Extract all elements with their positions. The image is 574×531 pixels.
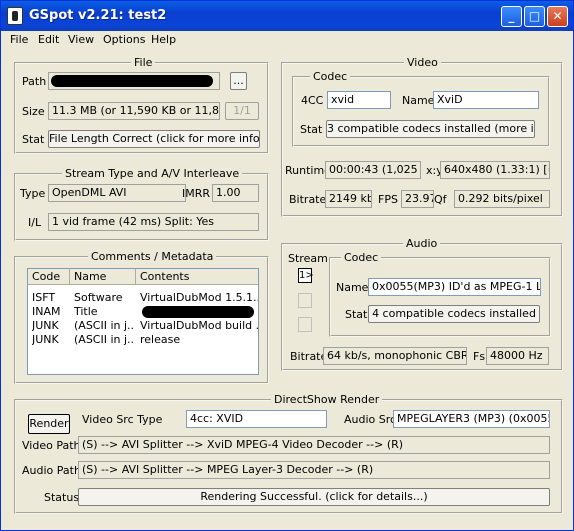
video-path-label: Video Path <box>22 439 81 452</box>
audio-stat-label: Stat <box>345 308 368 321</box>
type-field: OpenDML AVI <box>48 184 186 202</box>
render-legend: DirectShow Render <box>271 393 383 406</box>
window-title: GSpot v2.21: test2 <box>29 8 167 23</box>
stream-type-legend: Stream Type and A/V Interleave <box>62 167 243 180</box>
audio-codec-group: Codec Name 0x0055(MP3) ID'd as MPEG-1 La… <box>329 251 551 337</box>
column-contents[interactable]: Contents <box>136 269 258 285</box>
menu-options[interactable]: Options <box>103 33 145 46</box>
gspot-window: GSpot v2.21: test2 _ □ ✕ File Edit View … <box>0 0 574 531</box>
audio-stream-1-button[interactable]: 1> <box>298 268 314 283</box>
row-name: Title <box>74 305 98 318</box>
video-codec-stat-button[interactable]: 3 compatible codecs installed (more info… <box>326 120 535 138</box>
row-name: (ASCII in j... <box>74 319 134 332</box>
video-src-field[interactable]: 4cc: XVID <box>186 410 327 428</box>
redacted-title <box>142 306 254 318</box>
menu-file[interactable]: File <box>10 33 28 46</box>
audio-path-field: (S) --> AVI Splitter --> MPEG Layer-3 De… <box>78 461 550 479</box>
video-path-field: (S) --> AVI Splitter --> XviD MPEG-4 Vid… <box>78 436 550 454</box>
metadata-list[interactable]: Code Name Contents ISFT Software Virtual… <box>27 268 259 375</box>
row-code: INAM <box>32 305 61 318</box>
qf-field: 0.292 bits/pixel <box>454 190 550 208</box>
row-contents: VirtualDubMod 1.5.1... <box>140 291 258 304</box>
audio-bitrate-field: 64 kb/s, monophonic CBR <box>323 347 467 365</box>
video-codec-legend: Codec <box>310 70 351 83</box>
stream-label: Stream <box>288 252 328 265</box>
size-unit-button[interactable]: 1/1 <box>225 102 259 120</box>
file-stat-button[interactable]: File Length Correct (click for more info… <box>48 130 260 148</box>
directshow-render-group: DirectShow Render Render Video Src Type … <box>14 393 563 514</box>
stream-type-group: Stream Type and A/V Interleave Type Open… <box>14 167 269 241</box>
stat-label: Stat <box>22 133 45 146</box>
metadata-list-header: Code Name Contents <box>28 269 258 285</box>
imrr-label: IMRR <box>182 187 211 200</box>
row-contents: VirtualDubMod build ... <box>140 319 258 332</box>
type-label: Type <box>20 187 46 200</box>
video-codec-group: Codec 4CC xvid Name XviD Stat 3 compatib… <box>292 70 550 147</box>
audio-path-label: Audio Path <box>22 464 81 477</box>
file-group-legend: File <box>131 56 156 69</box>
fourcc-field[interactable]: xvid <box>327 91 391 109</box>
size-field: 11.3 MB (or 11,590 KB or 11,868, <box>48 102 220 120</box>
render-status-button[interactable]: Rendering Successful. (click for details… <box>78 488 550 506</box>
menu-bar: File Edit View Options Help <box>1 31 573 50</box>
il-label: I/L <box>28 216 42 229</box>
comments-legend: Comments / Metadata <box>88 250 217 263</box>
audio-codec-legend: Codec <box>341 251 382 264</box>
video-bitrate-label: Bitrate <box>289 193 327 206</box>
row-code: JUNK <box>32 319 59 332</box>
audio-legend: Audio <box>403 237 441 250</box>
browse-button[interactable]: ... <box>230 72 247 90</box>
fs-label: Fs <box>473 350 486 363</box>
video-bitrate-field: 2149 kb/ <box>325 190 372 208</box>
codec-name-field[interactable]: XviD <box>433 91 539 109</box>
qf-label: Qf <box>434 193 447 206</box>
row-code: ISFT <box>32 291 56 304</box>
codec-name-label: Name <box>402 94 435 107</box>
il-field: 1 vid frame (42 ms) Split: Yes <box>48 213 259 231</box>
row-name: (ASCII in j... <box>74 333 134 346</box>
audio-src-field[interactable]: MPEGLAYER3 (MP3) (0x0055) <box>393 410 550 428</box>
fps-label: FPS <box>378 193 398 206</box>
column-name[interactable]: Name <box>70 269 136 285</box>
redacted-path <box>51 75 213 87</box>
column-code[interactable]: Code <box>28 269 70 285</box>
fps-field: 23.976 <box>401 190 434 208</box>
path-label: Path <box>22 75 47 88</box>
audio-group: Audio Stream 1> Codec Name 0x0055(MP3) I… <box>281 237 563 371</box>
status-label: Status <box>44 491 80 504</box>
audio-stream-2-button[interactable] <box>298 293 312 308</box>
row-name: Software <box>74 291 123 304</box>
video-legend: Video <box>404 56 441 69</box>
size-label: Size <box>22 105 45 118</box>
comments-group: Comments / Metadata Code Name Contents I… <box>14 250 269 384</box>
path-field[interactable] <box>48 72 220 90</box>
video-stat-label: Stat <box>300 123 323 136</box>
runtime-field: 00:00:43 (1,025 fr) <box>325 161 421 179</box>
render-button[interactable]: Render <box>28 414 70 434</box>
minimize-button[interactable]: _ <box>501 6 522 27</box>
row-code: JUNK <box>32 333 59 346</box>
fourcc-label: 4CC <box>301 94 324 107</box>
video-src-label: Video Src Type <box>82 413 163 426</box>
xy-field: 640x480 (1.33:1) [=4:3 <box>440 161 550 179</box>
audio-bitrate-label: Bitrate <box>290 350 328 363</box>
video-group: Video Codec 4CC xvid Name XviD Stat 3 co… <box>281 56 563 217</box>
maximize-button[interactable]: □ <box>524 6 545 27</box>
gspot-app-icon <box>7 7 23 25</box>
imrr-field: 1.00 <box>212 184 259 202</box>
file-group: File Path ... Size 11.3 MB (or 11,590 KB… <box>14 56 269 154</box>
fs-field: 48000 Hz <box>486 347 549 365</box>
menu-edit[interactable]: Edit <box>38 33 59 46</box>
close-button[interactable]: ✕ <box>547 6 568 27</box>
menu-view[interactable]: View <box>68 33 94 46</box>
audio-codec-stat-button[interactable]: 4 compatible codecs installed <box>368 305 540 323</box>
audio-name-field[interactable]: 0x0055(MP3) ID'd as MPEG-1 Layer <box>368 278 541 296</box>
audio-stream-3-button[interactable] <box>298 317 312 332</box>
row-contents: release <box>140 333 181 346</box>
audio-name-label: Name <box>336 281 369 294</box>
title-bar[interactable]: GSpot v2.21: test2 _ □ ✕ <box>1 1 573 31</box>
audio-src-label: Audio Src <box>344 413 397 426</box>
menu-help[interactable]: Help <box>151 33 176 46</box>
